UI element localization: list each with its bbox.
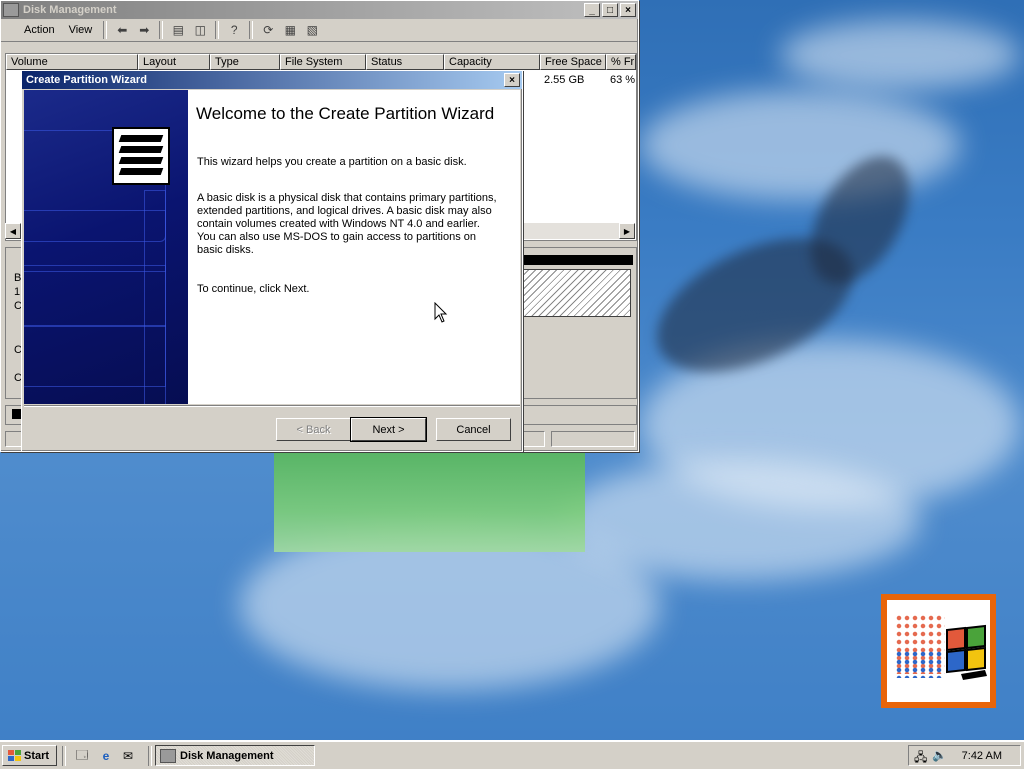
- start-button[interactable]: Start: [2, 745, 57, 766]
- column-header-percent-free[interactable]: % Fr: [606, 54, 636, 70]
- column-header-capacity[interactable]: Capacity: [444, 54, 540, 70]
- maximize-icon[interactable]: □: [602, 3, 618, 17]
- taskbar: Start 🗔 e ✉ Disk Management 🖧 🔈 7:42 AM: [0, 740, 1024, 769]
- menu-action[interactable]: Action: [17, 22, 62, 38]
- create-partition-wizard-dialog: Create Partition Wizard × Welcome to the…: [21, 70, 523, 452]
- cancel-button[interactable]: Cancel: [436, 418, 511, 441]
- back-arrow-icon[interactable]: ⬅: [113, 21, 131, 39]
- internet-explorer-icon[interactable]: e: [97, 747, 115, 765]
- refresh-icon[interactable]: ⟳: [259, 21, 277, 39]
- system-tray: 🖧 🔈 7:42 AM: [908, 745, 1021, 766]
- taskbar-button-disk-management[interactable]: Disk Management: [155, 745, 315, 766]
- status-panel: [551, 431, 635, 447]
- mouse-cursor-icon: [434, 302, 448, 323]
- task-label: Disk Management: [180, 749, 274, 762]
- unallocated-partition[interactable]: [521, 269, 631, 317]
- start-label: Start: [24, 749, 50, 762]
- disk-management-app-icon: [3, 3, 19, 17]
- export-list-icon[interactable]: ▧: [303, 21, 321, 39]
- next-button[interactable]: Next >: [350, 417, 427, 442]
- windows-logo: [881, 594, 996, 708]
- wizard-titlebar[interactable]: Create Partition Wizard ×: [22, 71, 522, 89]
- volume-icon[interactable]: 🔈: [932, 748, 947, 762]
- start-windows-icon: [8, 749, 21, 761]
- cell-percent-free: 63 %: [610, 74, 636, 86]
- disk-management-title: Disk Management: [23, 4, 117, 16]
- outlook-express-icon[interactable]: ✉: [119, 747, 137, 765]
- column-header-type[interactable]: Type: [210, 54, 280, 70]
- show-desktop-icon[interactable]: 🗔: [73, 747, 91, 765]
- taskbar-separator: [62, 746, 66, 766]
- cell-free-space: 2.55 GB: [544, 74, 585, 86]
- help-icon[interactable]: ?: [225, 21, 243, 39]
- wizard-content: Welcome to the Create Partition Wizard T…: [188, 90, 520, 404]
- disk-management-titlebar[interactable]: Disk Management _ □ ×: [1, 1, 638, 19]
- windows-flag-icon: [946, 624, 987, 680]
- disk-stack-icon: [112, 127, 170, 185]
- properties-icon[interactable]: ▦: [281, 21, 299, 39]
- wizard-title: Create Partition Wizard: [26, 74, 147, 86]
- desktop-green-highlight: [274, 452, 585, 552]
- disk-management-toolbar: Action View ⬅ ➡ ▤ ◫ ? ⟳ ▦ ▧: [1, 19, 638, 42]
- wizard-heading: Welcome to the Create Partition Wizard: [196, 104, 495, 123]
- forward-arrow-icon[interactable]: ➡: [135, 21, 153, 39]
- disk-management-task-icon: [160, 748, 176, 763]
- close-icon[interactable]: ×: [620, 3, 636, 17]
- toolbar-separator: [215, 21, 220, 39]
- wizard-continue-text: To continue, click Next.: [197, 283, 310, 295]
- scroll-left-icon[interactable]: ◀: [5, 223, 21, 239]
- menu-view[interactable]: View: [62, 22, 100, 38]
- toolbar-separator: [159, 21, 164, 39]
- column-header-status[interactable]: Status: [366, 54, 444, 70]
- folder-up-icon[interactable]: ▤: [169, 21, 187, 39]
- column-header-file-system[interactable]: File System: [280, 54, 366, 70]
- column-header-volume[interactable]: Volume: [6, 54, 138, 70]
- column-header-layout[interactable]: Layout: [138, 54, 210, 70]
- toolbar-separator: [103, 21, 108, 39]
- show-tree-icon[interactable]: ◫: [191, 21, 209, 39]
- partition-header-bar: [521, 255, 633, 265]
- scroll-right-icon[interactable]: ▶: [619, 223, 635, 239]
- clock[interactable]: 7:42 AM: [962, 750, 1002, 762]
- back-button[interactable]: < Back: [276, 418, 351, 441]
- wizard-side-banner: [24, 90, 188, 404]
- disk-label-letter: 1: [14, 286, 21, 298]
- wizard-intro-text: This wizard helps you create a partition…: [197, 156, 467, 168]
- column-header-free-space[interactable]: Free Space: [540, 54, 606, 70]
- close-icon[interactable]: ×: [504, 73, 520, 87]
- wizard-body-text: A basic disk is a physical disk that con…: [197, 192, 497, 256]
- minimize-icon[interactable]: _: [584, 3, 600, 17]
- taskbar-separator: [148, 746, 152, 766]
- network-icon[interactable]: 🖧: [914, 748, 927, 769]
- toolbar-separator: [249, 21, 254, 39]
